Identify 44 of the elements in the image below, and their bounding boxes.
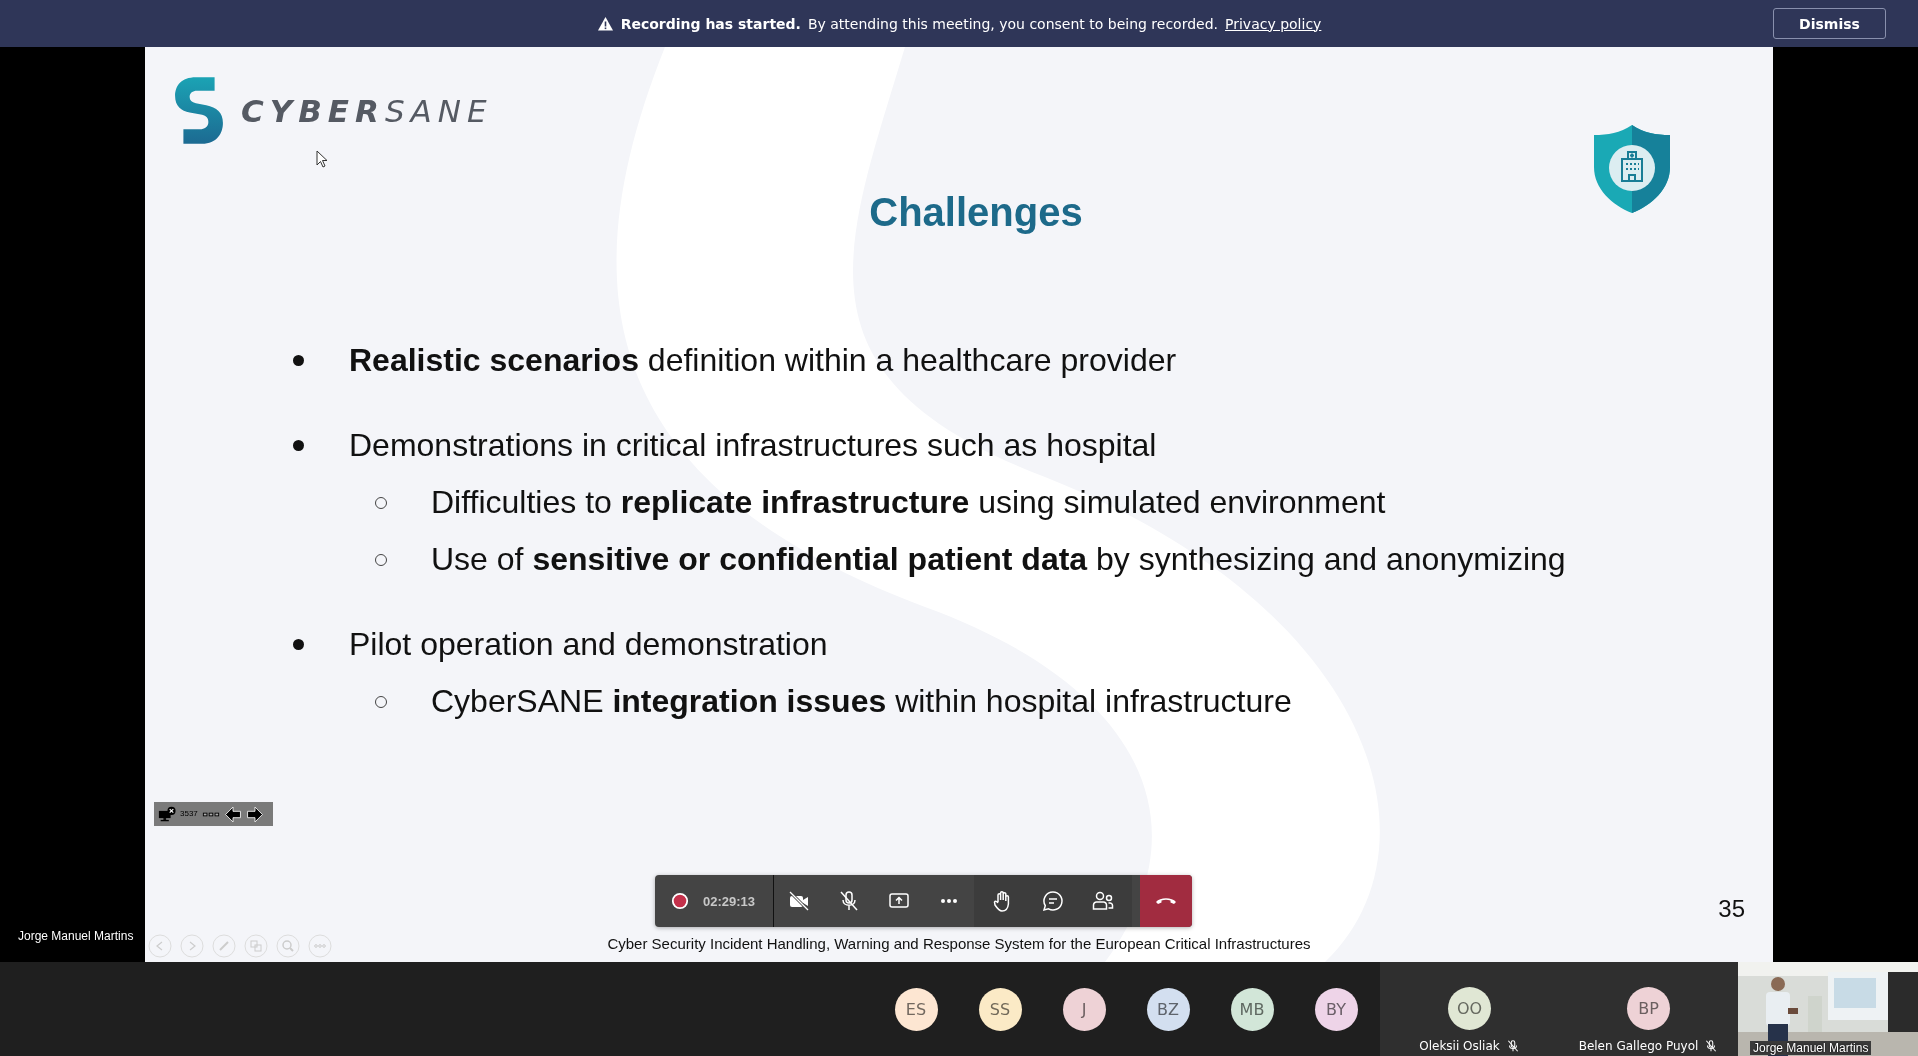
banner-message: By attending this meeting, you consent to being recorded.	[807, 15, 1218, 32]
bullet-text: Pilot operation and demonstration	[349, 626, 828, 663]
arrow-left-icon[interactable]	[223, 805, 242, 823]
warning-icon	[596, 15, 614, 32]
privacy-policy-link[interactable]: Privacy policy	[1225, 15, 1322, 32]
participant-avatar[interactable]: SS	[978, 987, 1022, 1031]
participant-name: Belen Gallego Puyol	[1578, 1039, 1699, 1053]
presenter-name: Jorge Manuel Martins	[18, 929, 134, 943]
participant-avatar[interactable]: ES	[894, 987, 938, 1031]
participant-name: Jorge Manuel Martins	[1750, 1041, 1872, 1055]
participant-tile[interactable]: BP Belen Gallego Puyol	[1559, 962, 1738, 1056]
banner-title: Recording has started.	[620, 15, 801, 32]
call-timer: 02:29:13	[703, 893, 756, 909]
phone-icon	[1156, 898, 1176, 904]
bullet-icon	[293, 440, 304, 451]
arrow-right-icon[interactable]	[245, 805, 264, 823]
participant-avatar[interactable]: MB	[1230, 987, 1274, 1031]
hang-up-button[interactable]	[1140, 875, 1192, 927]
participant-avatar: BP	[1627, 987, 1670, 1030]
bullet-text: Use of sensitive or confidential patient data by synthesizing and anonymizing	[431, 541, 1566, 578]
logo-wordmark: CYBER SANE	[241, 92, 493, 129]
bullet-icon	[293, 355, 304, 366]
dismiss-button[interactable]: Dismiss	[1773, 8, 1886, 39]
bullet-icon	[293, 639, 304, 650]
bullet-text: CyberSANE integration issues within hospital infrastructure	[431, 683, 1292, 720]
slide-footer: Cyber Security Incident Handling, Warning and Response System for the European Critical Infrastructures	[607, 934, 1311, 954]
page-number: 35	[1718, 894, 1745, 924]
bullet-text: Demonstrations in critical infrastructures such as hospital	[349, 427, 1157, 464]
monitor-icon[interactable]	[158, 805, 176, 823]
participant-avatar[interactable]: BY	[1314, 987, 1358, 1031]
people-icon[interactable]	[1091, 889, 1115, 913]
mic-off-icon[interactable]	[837, 889, 861, 913]
slide-title: Challenges	[869, 189, 1083, 236]
camera-off-icon[interactable]	[787, 889, 811, 913]
participant-avatar[interactable]: BZ	[1146, 987, 1190, 1031]
participant-tile[interactable]: OO Oleksii Osliak	[1380, 962, 1559, 1056]
chat-icon[interactable]	[1041, 889, 1065, 913]
bullet-text: Realistic scenarios definition within a healthcare provider	[349, 342, 1177, 379]
bullet-text: Difficulties to replicate infrastructure using simulated environment	[431, 484, 1386, 521]
shield-hospital-icon	[1592, 123, 1672, 215]
participant-avatar: OO	[1448, 987, 1491, 1030]
participant-name: Oleksii Osliak	[1419, 1039, 1500, 1053]
participant-avatar[interactable]: J	[1062, 987, 1106, 1031]
mouse-cursor-icon	[316, 150, 328, 168]
